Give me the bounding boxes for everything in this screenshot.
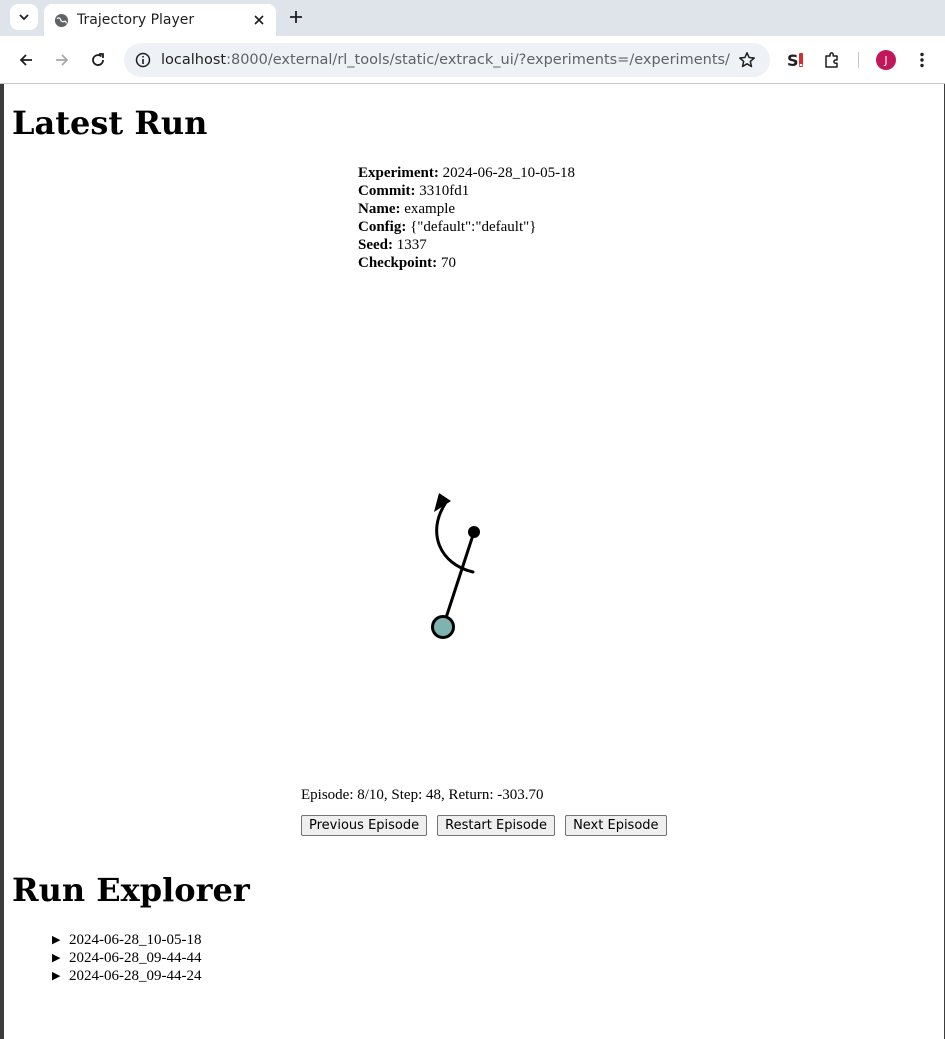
svg-text:S: S (787, 51, 799, 70)
latest-run-heading: Latest Run (12, 104, 208, 142)
forward-button[interactable] (50, 48, 74, 72)
disclosure-triangle-icon: ▶ (52, 934, 61, 946)
extensions-puzzle-icon[interactable] (820, 48, 844, 72)
bookmark-star-icon[interactable] (736, 49, 758, 71)
page-viewport: Latest Run Experiment: 2024-06-28_10-05-… (0, 84, 945, 1039)
config-value: {"default":"default"} (410, 219, 537, 235)
globe-icon (53, 12, 69, 28)
seed-value: 1337 (396, 237, 427, 253)
pendulum-rod (441, 530, 476, 629)
url-text: localhost:8000/external/rl_tools/static/… (161, 52, 730, 68)
browser-toolbar: localhost:8000/external/rl_tools/static/… (0, 36, 945, 84)
run-item[interactable]: ▶ 2024-06-28_10-05-18 (52, 931, 201, 949)
commit-row: Commit: 3310fd1 (358, 183, 470, 199)
pendulum-pivot (431, 615, 455, 639)
extension-s-icon[interactable]: S (784, 48, 808, 72)
chevron-down-icon (19, 14, 29, 21)
config-row: Config: {"default":"default"} (358, 219, 537, 235)
checkpoint-row: Checkpoint: 70 (358, 255, 456, 271)
next-episode-button[interactable]: Next Episode (565, 815, 667, 836)
reload-icon (92, 53, 104, 66)
episode-status: Episode: 8/10, Step: 48, Return: -303.70 (301, 787, 544, 803)
arrow-left-icon (19, 54, 32, 66)
profile-avatar[interactable]: J (876, 50, 896, 70)
new-tab-button[interactable] (284, 6, 308, 28)
disclosure-triangle-icon: ▶ (52, 970, 61, 982)
close-icon[interactable] (248, 9, 270, 31)
address-bar[interactable]: localhost:8000/external/rl_tools/static/… (124, 43, 770, 77)
disclosure-triangle-icon: ▶ (52, 952, 61, 964)
toolbar-divider (858, 52, 859, 68)
seed-row: Seed: 1337 (358, 237, 427, 253)
commit-value: 3310fd1 (419, 183, 470, 199)
reload-button[interactable] (86, 48, 110, 72)
run-explorer-heading: Run Explorer (12, 871, 250, 909)
name-row: Name: example (358, 201, 456, 217)
experiment-value: 2024-06-28_10-05-18 (442, 165, 576, 181)
tab-strip: Trajectory Player (0, 0, 945, 36)
plus-icon (290, 11, 302, 23)
run-item[interactable]: ▶ 2024-06-28_09-44-44 (52, 949, 201, 967)
experiment-row: Experiment: 2024-06-28_10-05-18 (358, 165, 576, 181)
more-menu-icon[interactable] (912, 48, 932, 72)
run-explorer-list: ▶ 2024-06-28_10-05-18 ▶ 2024-06-28_09-44-4… (52, 931, 201, 985)
pendulum-tip (468, 526, 480, 538)
arrow-right-icon (56, 54, 69, 66)
previous-episode-button[interactable]: Previous Episode (301, 815, 428, 836)
episode-controls: Previous Episode Restart Episode Next Ep… (301, 815, 667, 836)
pendulum-canvas (431, 493, 480, 639)
torque-arrow (435, 502, 475, 574)
run-item[interactable]: ▶ 2024-06-28_09-44-24 (52, 967, 201, 985)
run-metadata: Experiment: 2024-06-28_10-05-18 Commit: … (358, 164, 575, 272)
site-info-icon[interactable] (134, 51, 152, 69)
back-button[interactable] (14, 48, 38, 72)
restart-episode-button[interactable]: Restart Episode (437, 815, 556, 836)
tab-title: Trajectory Player (77, 12, 195, 28)
name-value: example (404, 201, 456, 217)
tab-search-button[interactable] (10, 4, 38, 30)
checkpoint-value: 70 (440, 255, 456, 271)
browser-tab[interactable]: Trajectory Player (44, 4, 276, 36)
